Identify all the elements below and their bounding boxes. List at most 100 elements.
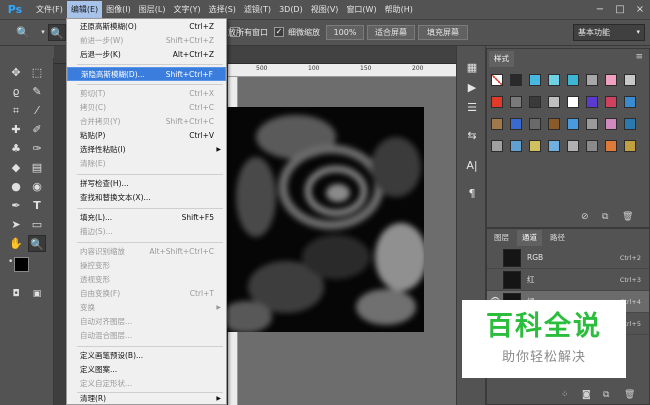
style-swatch[interactable]: [605, 118, 617, 130]
eye-icon[interactable]: [490, 252, 500, 262]
menu-puppet-warp[interactable]: 操控变形: [67, 259, 226, 273]
menu-layer[interactable]: 图层(L): [135, 1, 170, 19]
properties-panel-icon[interactable]: ⇆: [464, 128, 480, 144]
zoom-tool-icon[interactable]: 🔍: [28, 235, 46, 252]
hand-tool-icon[interactable]: ✋: [7, 235, 25, 252]
menu-define-custom-shape[interactable]: 定义自定形状...: [67, 377, 226, 391]
menu-free-transform[interactable]: 自由变换(F) Ctrl+T: [67, 287, 226, 301]
style-swatch[interactable]: [529, 96, 541, 108]
menu-paste-special[interactable]: 选择性粘贴(I) ▶: [67, 143, 226, 157]
gradient-tool-icon[interactable]: ▤: [28, 159, 46, 176]
style-swatch[interactable]: [586, 74, 598, 86]
shape-tool-icon[interactable]: ▭: [28, 216, 46, 233]
menu-3d[interactable]: 3D(D): [275, 1, 307, 19]
delete-style-icon[interactable]: 🗑: [622, 212, 633, 222]
menu-edit[interactable]: 编辑(E): [66, 0, 103, 19]
zoom-100-button[interactable]: 100%: [326, 25, 364, 40]
menu-image[interactable]: 图像(I): [102, 1, 135, 19]
style-swatch[interactable]: [529, 118, 541, 130]
menu-fade-gaussian-blur[interactable]: 渐隐高斯模糊(D)... Shift+Ctrl+F: [67, 67, 226, 81]
save-selection-icon[interactable]: ◙: [582, 390, 591, 400]
tab-styles[interactable]: 样式: [489, 51, 514, 67]
menu-help[interactable]: 帮助(H): [381, 1, 417, 19]
zoom-in-icon[interactable]: 🔍: [48, 24, 66, 41]
tab-layers[interactable]: 图层: [489, 230, 514, 246]
dodge-tool-icon[interactable]: ◉: [28, 178, 46, 195]
style-swatch[interactable]: [491, 96, 503, 108]
menu-filter[interactable]: 滤镜(T): [240, 1, 275, 19]
channel-row-red[interactable]: 红 Ctrl+3: [487, 269, 649, 291]
style-swatch[interactable]: [510, 140, 522, 152]
tab-paths[interactable]: 路径: [545, 230, 570, 246]
style-swatch[interactable]: [567, 74, 579, 86]
style-swatch[interactable]: [491, 118, 503, 130]
swatches-panel-icon[interactable]: ▦: [464, 60, 480, 76]
menu-content-aware-scale[interactable]: 内容识别缩放 Alt+Shift+Ctrl+C: [67, 245, 226, 259]
style-swatch[interactable]: [605, 74, 617, 86]
menu-define-brush-preset[interactable]: 定义画笔预设(B)...: [67, 349, 226, 363]
channel-row-rgb[interactable]: RGB Ctrl+2: [487, 247, 649, 269]
lasso-tool-icon[interactable]: ϱ: [7, 83, 25, 100]
menu-transform[interactable]: 变换 ▶: [67, 301, 226, 315]
menu-copy[interactable]: 拷贝(C) Ctrl+C: [67, 101, 226, 115]
style-swatch[interactable]: [491, 74, 503, 86]
style-swatch[interactable]: [567, 140, 579, 152]
new-style-icon[interactable]: ⧉: [602, 212, 608, 222]
style-swatch[interactable]: [491, 140, 503, 152]
eye-icon[interactable]: [490, 274, 500, 284]
menu-fill[interactable]: 填充(L)... Shift+F5: [67, 211, 226, 225]
minimize-button[interactable]: −: [590, 0, 610, 20]
menu-copy-merged[interactable]: 合并拷贝(Y) Shift+Ctrl+C: [67, 115, 226, 129]
menu-file[interactable]: 文件(F): [32, 1, 67, 19]
marquee-tool-icon[interactable]: ⬚: [28, 64, 46, 81]
panel-menu-icon[interactable]: ≡: [635, 52, 643, 62]
delete-channel-icon[interactable]: 🗑: [624, 390, 635, 400]
menu-spell-check[interactable]: 拼写检查(H)...: [67, 177, 226, 191]
style-swatch[interactable]: [624, 140, 636, 152]
character-panel-icon[interactable]: A|: [464, 158, 480, 174]
style-swatch[interactable]: [510, 96, 522, 108]
close-button[interactable]: ×: [630, 0, 650, 20]
menu-define-pattern[interactable]: 定义图案...: [67, 363, 226, 377]
style-swatch[interactable]: [567, 96, 579, 108]
style-swatch[interactable]: [605, 140, 617, 152]
load-channel-selection-icon[interactable]: ⁘: [561, 390, 569, 400]
play-actions-icon[interactable]: ▶: [464, 80, 480, 96]
clone-stamp-tool-icon[interactable]: ♣: [7, 140, 25, 157]
menu-purge[interactable]: 清理(R) ▶: [67, 392, 226, 405]
eraser-tool-icon[interactable]: ◆: [7, 159, 25, 176]
menu-type[interactable]: 文字(Y): [169, 1, 204, 19]
history-brush-tool-icon[interactable]: ✑: [28, 140, 46, 157]
menu-select[interactable]: 选择(S): [205, 1, 240, 19]
style-swatch[interactable]: [529, 74, 541, 86]
style-swatch[interactable]: [624, 118, 636, 130]
horizontal-ruler[interactable]: 500 100 150 200: [228, 64, 456, 77]
style-swatch[interactable]: [624, 96, 636, 108]
paragraph-panel-icon[interactable]: ¶: [464, 186, 480, 202]
workspace-select[interactable]: 基本功能 ▾: [573, 24, 645, 41]
screen-mode-icon[interactable]: ▣: [28, 286, 46, 303]
zoom-tool-preset-icon[interactable]: 🔍: [14, 24, 32, 41]
menu-perspective-warp[interactable]: 透视变形: [67, 273, 226, 287]
healing-brush-tool-icon[interactable]: ✚: [7, 121, 25, 138]
crop-tool-icon[interactable]: ⌗: [7, 102, 25, 119]
clear-style-icon[interactable]: ⊘: [581, 212, 589, 222]
style-swatch[interactable]: [586, 118, 598, 130]
style-swatch[interactable]: [529, 140, 541, 152]
fit-screen-button[interactable]: 适合屏幕: [367, 25, 415, 40]
menu-find-replace[interactable]: 查找和替换文本(X)...: [67, 191, 226, 205]
foreground-color-swatch[interactable]: [14, 257, 29, 272]
style-swatch[interactable]: [510, 74, 522, 86]
scrubby-zoom-checkbox[interactable]: ✓: [274, 27, 284, 37]
style-swatch[interactable]: [548, 118, 560, 130]
blurred-rose-image[interactable]: [226, 107, 424, 332]
menu-step-backward[interactable]: 后退一步(K) Alt+Ctrl+Z: [67, 48, 226, 62]
menu-stroke[interactable]: 描边(S)...: [67, 225, 226, 239]
style-swatch[interactable]: [548, 140, 560, 152]
quick-mask-icon[interactable]: ◘: [7, 286, 25, 303]
menu-paste[interactable]: 粘贴(P) Ctrl+V: [67, 129, 226, 143]
move-tool-icon[interactable]: ✥: [7, 64, 25, 81]
menu-step-forward[interactable]: 前进一步(W) Shift+Ctrl+Z: [67, 34, 226, 48]
style-swatch[interactable]: [567, 118, 579, 130]
style-swatch[interactable]: [624, 74, 636, 86]
